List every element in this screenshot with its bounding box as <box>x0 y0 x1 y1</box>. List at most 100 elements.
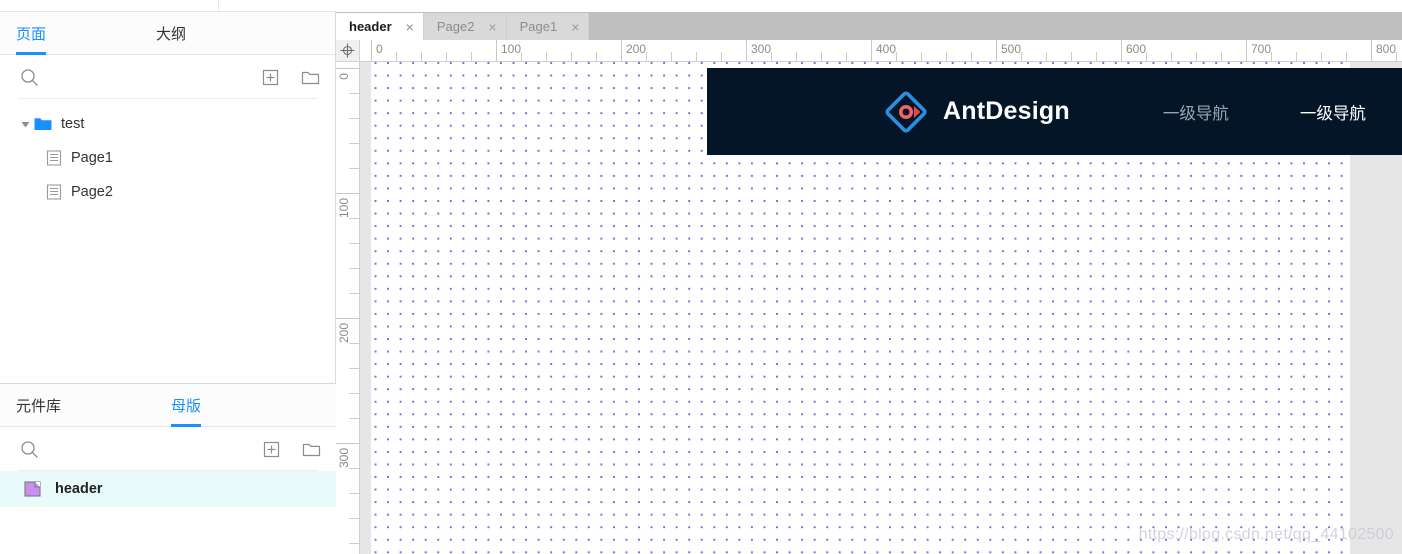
ruler-major-tick <box>336 193 359 194</box>
ruler-minor-tick <box>696 52 697 61</box>
crosshair-origin-icon <box>340 43 355 58</box>
app-root: 页面 大纲 test Page1 Page2 元件库 母版 header hea… <box>0 0 1402 554</box>
pages-toolbar <box>0 55 335 99</box>
horizontal-ruler[interactable]: 0 100 200 300 400 500 600 700 800 <box>360 40 1402 62</box>
page-icon <box>46 184 62 200</box>
close-icon[interactable]: × <box>406 20 414 34</box>
masters-panel-tabbar: 元件库 母版 <box>0 384 336 427</box>
header-nav: 一级导航 一级导航 一级导航 一级导航 <box>1163 100 1402 124</box>
ruler-major-tick <box>496 40 497 61</box>
search-icon[interactable] <box>18 66 40 88</box>
ruler-tick-label: 200 <box>626 42 647 56</box>
toolbar-separator <box>218 0 219 12</box>
ruler-minor-tick <box>1221 52 1222 61</box>
ruler-minor-tick <box>349 268 359 269</box>
ruler-minor-tick <box>821 52 822 61</box>
ruler-minor-tick <box>349 493 359 494</box>
ruler-major-tick <box>1371 40 1372 61</box>
ruler-minor-tick <box>349 343 359 344</box>
close-icon[interactable]: × <box>488 20 496 34</box>
ruler-minor-tick <box>921 52 922 61</box>
ruler-tick-label: 800 <box>1376 42 1397 56</box>
header-component[interactable]: AntDesign 一级导航 一级导航 一级导航 一级导航 <box>707 68 1402 155</box>
ruler-minor-tick <box>671 52 672 61</box>
ruler-minor-tick <box>1271 52 1272 61</box>
ruler-minor-tick <box>421 52 422 61</box>
ruler-minor-tick <box>1046 52 1047 61</box>
ruler-minor-tick <box>1071 52 1072 61</box>
ruler-minor-tick <box>1096 52 1097 61</box>
add-master-icon[interactable] <box>260 438 282 460</box>
tab-masters[interactable]: 母版 <box>171 384 202 427</box>
ruler-minor-tick <box>349 168 359 169</box>
ruler-tick-label: 200 <box>337 323 351 344</box>
ruler-minor-tick <box>349 393 359 394</box>
nav-item-1[interactable]: 一级导航 <box>1163 100 1229 124</box>
new-folder-icon[interactable] <box>299 66 321 88</box>
editor-tab-page2-label: Page2 <box>436 19 475 34</box>
ruler-major-tick <box>621 40 622 61</box>
ruler-minor-tick <box>521 52 522 61</box>
ruler-major-tick <box>336 318 359 319</box>
ruler-minor-tick <box>971 52 972 61</box>
ruler-minor-tick <box>1396 52 1397 61</box>
ruler-minor-tick <box>1321 52 1322 61</box>
list-item-master-header[interactable]: header <box>0 471 336 507</box>
ruler-minor-tick <box>349 118 359 119</box>
ruler-tick-label: 100 <box>337 198 351 219</box>
add-page-icon[interactable] <box>259 66 281 88</box>
ruler-minor-tick <box>571 52 572 61</box>
editor-tab-header-label: header <box>349 19 392 34</box>
ruler-minor-tick <box>946 52 947 61</box>
antdesign-logo-icon <box>885 90 927 133</box>
ruler-major-tick <box>1246 40 1247 61</box>
tree-label-page1: Page1 <box>71 149 113 166</box>
pages-panel-tabbar: 页面 大纲 <box>0 12 335 55</box>
ruler-minor-tick <box>349 468 359 469</box>
tab-outline[interactable]: 大纲 <box>156 12 186 55</box>
tab-pages[interactable]: 页面 <box>16 12 47 55</box>
ruler-tick-label: 400 <box>876 42 897 56</box>
new-folder-icon[interactable] <box>300 438 322 460</box>
ruler-minor-tick <box>1196 52 1197 61</box>
brand-lockup: AntDesign <box>885 90 1070 133</box>
chevron-down-icon[interactable] <box>18 117 32 131</box>
masters-panel: 元件库 母版 header <box>0 383 336 554</box>
ruler-tick-label: 600 <box>1126 42 1147 56</box>
tab-pages-label: 页面 <box>16 25 47 43</box>
nav-item-2[interactable]: 一级导航 <box>1300 100 1366 124</box>
design-canvas[interactable]: AntDesign 一级导航 一级导航 一级导航 一级导航 https://bl… <box>360 62 1402 554</box>
tab-widget-library[interactable]: 元件库 <box>16 384 61 427</box>
ruler-minor-tick <box>1021 52 1022 61</box>
ruler-minor-tick <box>1346 52 1347 61</box>
search-icon[interactable] <box>18 438 40 460</box>
ruler-minor-tick <box>349 418 359 419</box>
editor-tab-page2[interactable]: Page2 × <box>423 13 507 40</box>
ruler-major-tick <box>746 40 747 61</box>
vertical-ruler[interactable]: 0 100 200 300 <box>336 62 360 554</box>
ruler-major-tick <box>336 68 359 69</box>
tree-row-folder-test[interactable]: test <box>0 107 335 141</box>
ruler-minor-tick <box>646 52 647 61</box>
tree-label-test: test <box>61 115 85 132</box>
tree-row-page1[interactable]: Page1 <box>0 141 335 175</box>
editor-tab-header[interactable]: header × <box>336 13 424 40</box>
ruler-minor-tick <box>546 52 547 61</box>
tab-widget-library-label: 元件库 <box>16 397 62 415</box>
tree-row-page2[interactable]: Page2 <box>0 175 335 209</box>
ruler-minor-tick <box>349 243 359 244</box>
ruler-minor-tick <box>396 52 397 61</box>
ruler-major-tick <box>336 443 359 444</box>
ruler-tick-label: 700 <box>1251 42 1272 56</box>
close-icon[interactable]: × <box>571 20 579 34</box>
folder-icon <box>34 117 52 131</box>
master-label-header: header <box>55 481 103 497</box>
canvas-left-gutter <box>360 62 371 554</box>
ruler-origin-button[interactable] <box>336 40 360 62</box>
ruler-tick-label: 500 <box>1001 42 1022 56</box>
ruler-minor-tick <box>846 52 847 61</box>
master-icon <box>24 480 43 498</box>
ruler-minor-tick <box>1171 52 1172 61</box>
editor-tab-page1[interactable]: Page1 × <box>506 13 590 40</box>
ruler-major-tick <box>996 40 997 61</box>
